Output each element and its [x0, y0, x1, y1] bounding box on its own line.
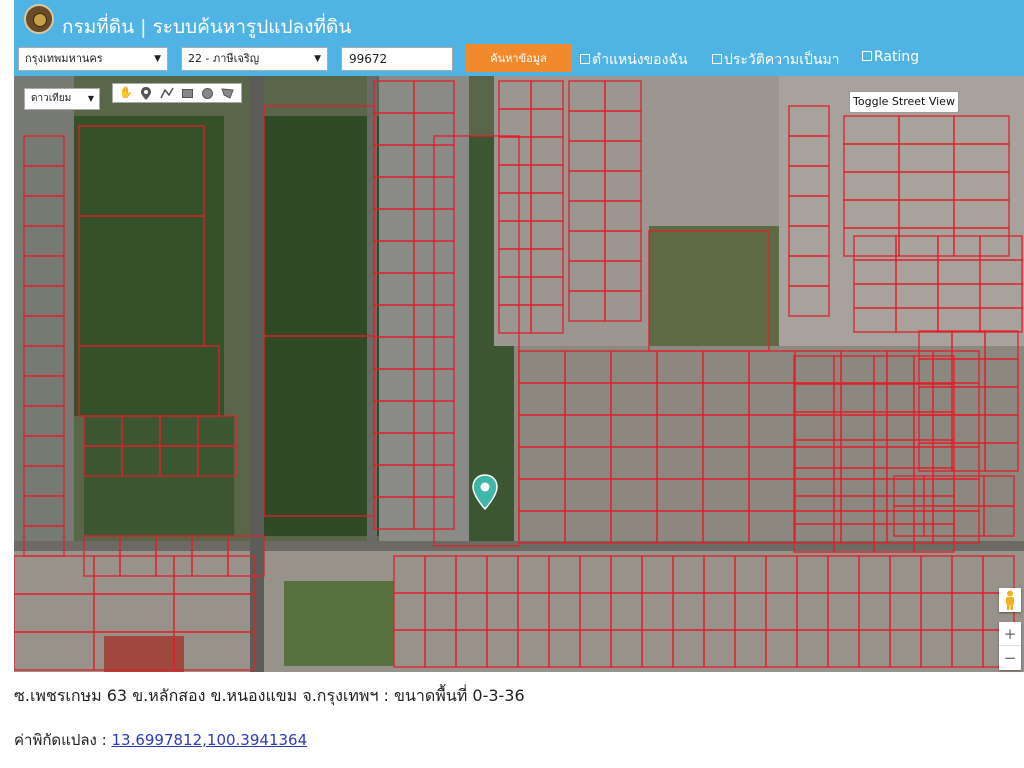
- search-button[interactable]: ค้นหาข้อมูล: [465, 44, 572, 72]
- rating-checkbox[interactable]: Rating: [862, 49, 919, 65]
- district-select-value: 22 - ภาษีเจริญ: [188, 52, 260, 65]
- marker-icon[interactable]: [139, 86, 153, 100]
- zoom-control: + −: [999, 622, 1021, 670]
- chevron-down-icon: ▼: [154, 54, 161, 64]
- zoom-out-button[interactable]: −: [999, 646, 1021, 670]
- chevron-down-icon: ▼: [87, 94, 94, 103]
- hand-icon[interactable]: ✋: [119, 86, 133, 100]
- checkbox-icon: [862, 51, 872, 61]
- circle-icon[interactable]: [200, 86, 214, 100]
- department-logo: [24, 4, 54, 34]
- history-label: ประวัติความเป็นมา: [724, 52, 840, 68]
- history-checkbox[interactable]: ประวัติความเป็นมา: [712, 49, 840, 71]
- my-location-label: ตำแหน่งของฉัน: [592, 52, 688, 68]
- map-area-houses-strip: [379, 76, 469, 546]
- map-area-south-green: [284, 581, 394, 666]
- parcel-address: ซ.เพชรเกษม 63 ข.หลักสอง ข.หนองแขม จ.กรุง…: [14, 684, 525, 709]
- rating-label: Rating: [874, 49, 920, 65]
- map-area-orchard-west: [74, 116, 224, 416]
- polyline-icon[interactable]: [160, 86, 174, 100]
- rectangle-icon[interactable]: [180, 86, 194, 100]
- map-type-value: ดาวเทียม: [31, 93, 72, 104]
- area-text: ขนาดพื้นที่ 0-3-36: [394, 686, 525, 705]
- checkbox-icon: [580, 54, 590, 64]
- pegman-icon[interactable]: [999, 588, 1021, 612]
- coordinates-label: ค่าพิกัดแปลง :: [14, 731, 107, 749]
- map-type-select[interactable]: ดาวเทียม ▼: [24, 88, 100, 110]
- chevron-down-icon: ▼: [314, 54, 321, 64]
- parcel-number-input[interactable]: 99672: [341, 47, 453, 71]
- drawing-toolbar: ✋: [112, 83, 242, 103]
- coordinates-link[interactable]: 13.6997812,100.3941364: [111, 731, 307, 749]
- zoom-in-button[interactable]: +: [999, 622, 1021, 646]
- parcel-coordinates: ค่าพิกัดแปลง : 13.6997812,100.3941364: [14, 728, 307, 752]
- map-road-soi: [367, 76, 377, 546]
- district-select[interactable]: 22 - ภาษีเจริญ ▼: [181, 47, 328, 71]
- location-marker-icon[interactable]: [472, 474, 498, 511]
- checkbox-icon: [712, 54, 722, 64]
- province-select-value: กรุงเทพมหานคร: [25, 52, 103, 65]
- map-road-west: [250, 76, 264, 672]
- toggle-street-view-button[interactable]: Toggle Street View: [849, 91, 959, 113]
- map-imagery: [14, 76, 1024, 672]
- polygon-icon[interactable]: [221, 86, 235, 100]
- my-location-checkbox[interactable]: ตำแหน่งของฉัน: [580, 49, 688, 71]
- map-area-red-roof: [104, 636, 184, 672]
- address-text: ซ.เพชรเกษม 63 ข.หลักสอง ข.หนองแขม จ.กรุง…: [14, 686, 389, 705]
- map-area-field: [649, 226, 779, 356]
- satellite-map[interactable]: [14, 76, 1024, 672]
- page-title: กรมที่ดิน | ระบบค้นหารูปแปลงที่ดิน: [62, 16, 352, 38]
- province-select[interactable]: กรุงเทพมหานคร ▼: [18, 47, 168, 71]
